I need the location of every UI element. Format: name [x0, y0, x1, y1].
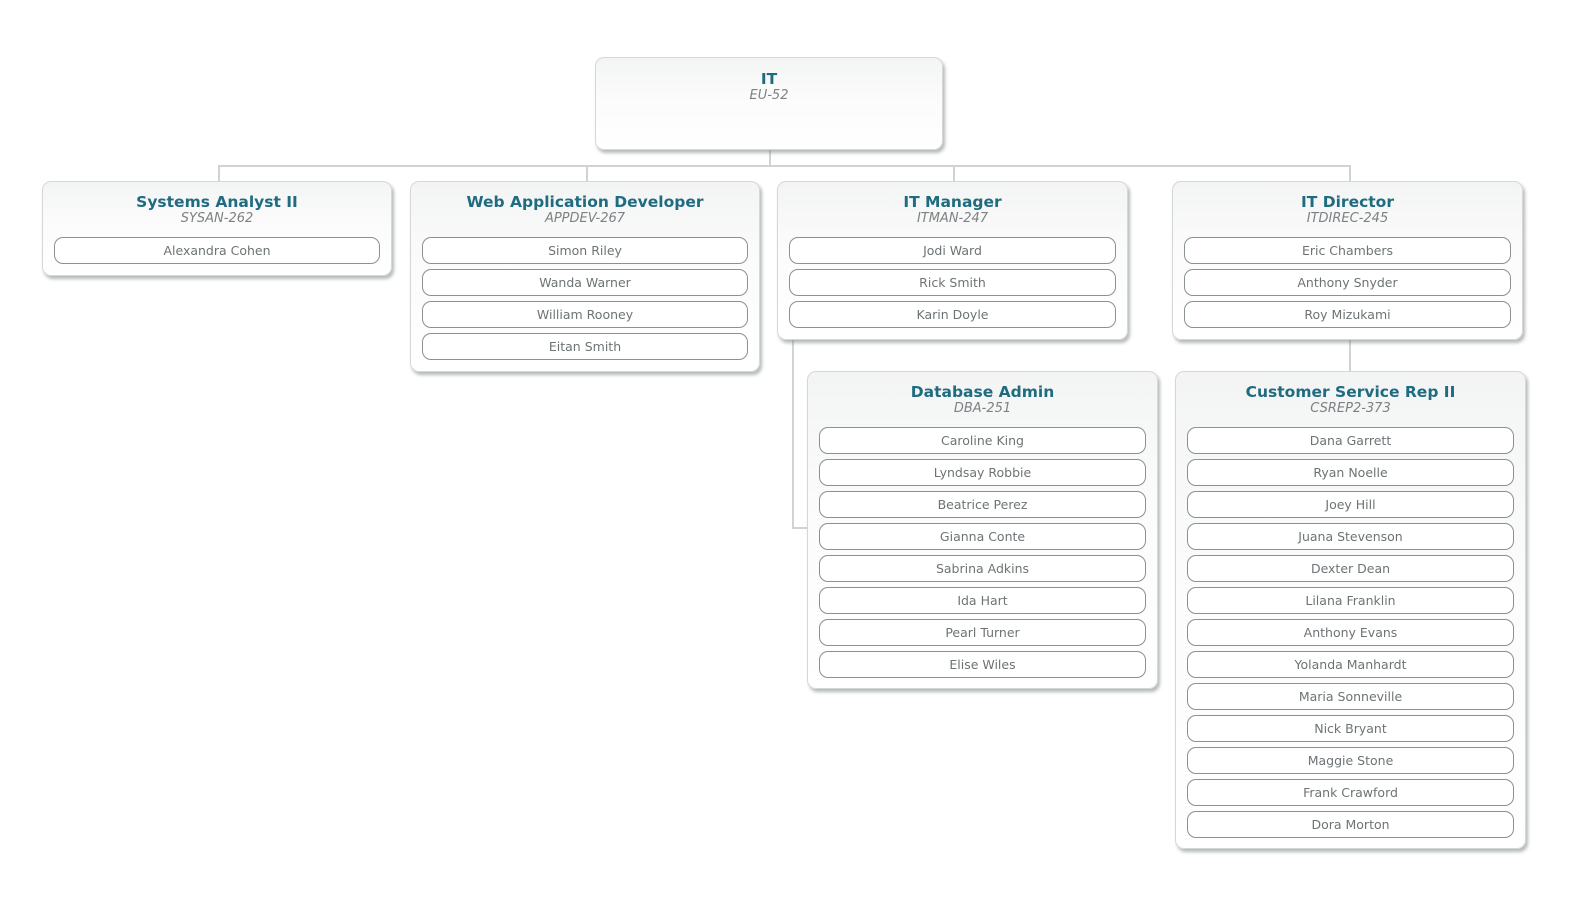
person-pill[interactable]: Dexter Dean	[1187, 555, 1514, 582]
org-node-systems-analyst[interactable]: Systems Analyst II SYSAN-262 Alexandra C…	[42, 181, 392, 276]
node-code: EU-52	[749, 88, 789, 103]
org-node-root[interactable]: IT EU-52	[595, 57, 943, 150]
node-title: IT Manager	[903, 193, 1002, 211]
person-pill[interactable]: Pearl Turner	[819, 619, 1146, 646]
person-pill[interactable]: Jodi Ward	[789, 237, 1116, 264]
node-title: Customer Service Rep II	[1245, 383, 1456, 401]
node-title: IT Director	[1301, 193, 1394, 211]
node-code: CSREP2-373	[1310, 401, 1391, 416]
connector-to-systems-analyst	[218, 165, 220, 182]
people-list: Alexandra Cohen	[54, 237, 380, 269]
org-node-it-director[interactable]: IT Director ITDIREC-245 Eric Chambers An…	[1172, 181, 1523, 340]
person-pill[interactable]: Anthony Evans	[1187, 619, 1514, 646]
org-node-customer-service-rep[interactable]: Customer Service Rep II CSREP2-373 Dana …	[1175, 371, 1526, 849]
node-title: Web Application Developer	[466, 193, 704, 211]
node-title: Systems Analyst II	[136, 193, 298, 211]
person-pill[interactable]: Dana Garrett	[1187, 427, 1514, 454]
connector-it-manager-to-dba-vertical	[792, 340, 794, 529]
person-pill[interactable]: Ryan Noelle	[1187, 459, 1514, 486]
person-pill[interactable]: Maria Sonneville	[1187, 683, 1514, 710]
person-pill[interactable]: William Rooney	[422, 301, 748, 328]
connector-it-director-to-csr	[1349, 340, 1351, 372]
org-node-web-app-developer[interactable]: Web Application Developer APPDEV-267 Sim…	[410, 181, 760, 372]
org-node-it-manager[interactable]: IT Manager ITMAN-247 Jodi Ward Rick Smit…	[777, 181, 1128, 340]
person-pill[interactable]: Juana Stevenson	[1187, 523, 1514, 550]
person-pill[interactable]: Alexandra Cohen	[54, 237, 380, 264]
node-code: ITDIREC-245	[1306, 211, 1389, 226]
node-title: Database Admin	[910, 383, 1055, 401]
connector-to-web-app-developer	[586, 165, 588, 182]
people-list: Caroline King Lyndsay Robbie Beatrice Pe…	[819, 427, 1146, 683]
person-pill[interactable]: Lilana Franklin	[1187, 587, 1514, 614]
person-pill[interactable]: Joey Hill	[1187, 491, 1514, 518]
person-pill[interactable]: Karin Doyle	[789, 301, 1116, 328]
people-list: Eric Chambers Anthony Snyder Roy Mizukam…	[1184, 237, 1511, 333]
person-pill[interactable]: Gianna Conte	[819, 523, 1146, 550]
node-code: DBA-251	[953, 401, 1012, 416]
connector-it-manager-to-dba-horizontal	[792, 527, 808, 529]
person-pill[interactable]: Yolanda Manhardt	[1187, 651, 1514, 678]
node-code: APPDEV-267	[544, 211, 626, 226]
node-title: IT	[760, 70, 778, 88]
node-code: ITMAN-247	[916, 211, 989, 226]
people-list: Jodi Ward Rick Smith Karin Doyle	[789, 237, 1116, 333]
person-pill[interactable]: Lyndsay Robbie	[819, 459, 1146, 486]
person-pill[interactable]: Elise Wiles	[819, 651, 1146, 678]
person-pill[interactable]: Rick Smith	[789, 269, 1116, 296]
person-pill[interactable]: Eitan Smith	[422, 333, 748, 360]
person-pill[interactable]: Beatrice Perez	[819, 491, 1146, 518]
person-pill[interactable]: Roy Mizukami	[1184, 301, 1511, 328]
people-list: Dana Garrett Ryan Noelle Joey Hill Juana…	[1187, 427, 1514, 843]
person-pill[interactable]: Anthony Snyder	[1184, 269, 1511, 296]
person-pill[interactable]: Maggie Stone	[1187, 747, 1514, 774]
person-pill[interactable]: Caroline King	[819, 427, 1146, 454]
person-pill[interactable]: Ida Hart	[819, 587, 1146, 614]
people-list: Simon Riley Wanda Warner William Rooney …	[422, 237, 748, 365]
person-pill[interactable]: Frank Crawford	[1187, 779, 1514, 806]
person-pill[interactable]: Wanda Warner	[422, 269, 748, 296]
org-node-database-admin[interactable]: Database Admin DBA-251 Caroline King Lyn…	[807, 371, 1158, 689]
person-pill[interactable]: Nick Bryant	[1187, 715, 1514, 742]
person-pill[interactable]: Sabrina Adkins	[819, 555, 1146, 582]
connector-to-it-director	[1349, 165, 1351, 182]
node-code: SYSAN-262	[180, 211, 254, 226]
connector-to-it-manager	[953, 165, 955, 182]
person-pill[interactable]: Dora Morton	[1187, 811, 1514, 838]
connector-horizontal-bus	[218, 165, 1351, 167]
person-pill[interactable]: Simon Riley	[422, 237, 748, 264]
person-pill[interactable]: Eric Chambers	[1184, 237, 1511, 264]
